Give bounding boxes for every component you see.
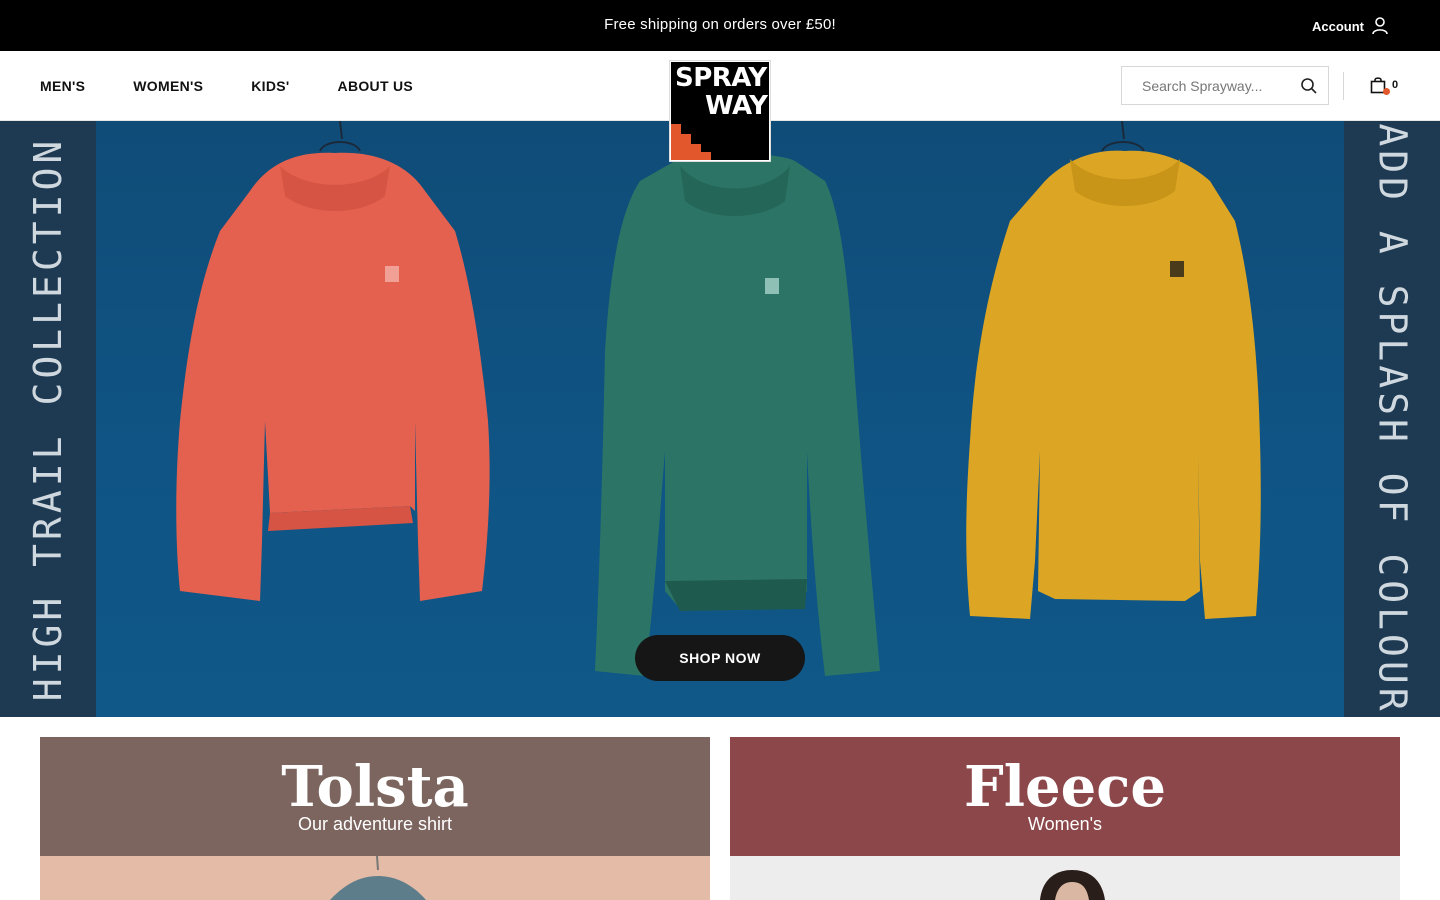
search-icon[interactable] bbox=[1300, 77, 1318, 95]
announcement-bar: Free shipping on orders over £50! Accoun… bbox=[0, 0, 1440, 51]
shop-now-button[interactable]: SHOP NOW bbox=[635, 635, 805, 681]
promo-header-tolsta: Tolsta Our adventure shirt bbox=[40, 737, 710, 856]
hero-banner[interactable]: HIGH TRAIL COLLECTION ADD A SPLASH OF CO… bbox=[0, 121, 1440, 717]
coral-hoodie-image bbox=[176, 121, 490, 601]
hero-right-text: ADD A SPLASH OF COLOUR bbox=[1370, 123, 1414, 715]
site-header: MEN'S WOMEN'S KIDS' ABOUT US SPRAY WAY 0 bbox=[0, 51, 1440, 162]
cart-button[interactable]: 0 bbox=[1370, 76, 1399, 95]
hero-left-panel: HIGH TRAIL COLLECTION bbox=[0, 121, 96, 717]
nav-item-about-us[interactable]: ABOUT US bbox=[338, 78, 414, 94]
cart-indicator-dot bbox=[1383, 88, 1390, 95]
account-link[interactable]: Account bbox=[1312, 17, 1388, 35]
promo-title-fleece: Fleece bbox=[963, 754, 1166, 820]
mustard-hoodie-image bbox=[966, 121, 1261, 619]
account-label: Account bbox=[1312, 18, 1364, 34]
header-divider bbox=[1343, 72, 1344, 100]
nav-item-kids[interactable]: KIDS' bbox=[251, 78, 289, 94]
hero-right-panel: ADD A SPLASH OF COLOUR bbox=[1344, 121, 1440, 717]
logo-line-1: SPRAY bbox=[675, 63, 767, 93]
tolsta-shirt-image bbox=[40, 856, 710, 900]
logo-line-2: WAY bbox=[705, 91, 768, 121]
promo-card-tolsta[interactable]: Tolsta Our adventure shirt bbox=[40, 737, 710, 900]
promo-card-fleece[interactable]: Fleece Women's bbox=[730, 737, 1400, 900]
promo-subtitle-tolsta: Our adventure shirt bbox=[297, 814, 453, 834]
logo-stairs-mark bbox=[671, 124, 711, 160]
fleece-model-image bbox=[730, 856, 1400, 900]
green-hoodie-image bbox=[595, 153, 880, 676]
promo-title-tolsta: Tolsta bbox=[281, 754, 469, 820]
sprayway-logo[interactable]: SPRAY WAY bbox=[669, 60, 771, 162]
announcement-text: Free shipping on orders over £50! bbox=[604, 16, 836, 33]
main-nav: MEN'S WOMEN'S KIDS' ABOUT US bbox=[40, 51, 413, 121]
logo-wordmark: SPRAY WAY bbox=[671, 63, 769, 121]
nav-item-womens[interactable]: WOMEN'S bbox=[133, 78, 203, 94]
search-box bbox=[1121, 66, 1329, 105]
hero-left-text: HIGH TRAIL COLLECTION bbox=[26, 136, 70, 702]
user-icon bbox=[1372, 17, 1388, 35]
cart-count: 0 bbox=[1392, 79, 1399, 91]
search-input[interactable] bbox=[1122, 67, 1292, 104]
promo-subtitle-fleece: Women's bbox=[1027, 814, 1103, 834]
promo-header-fleece: Fleece Women's bbox=[730, 737, 1400, 856]
nav-item-mens[interactable]: MEN'S bbox=[40, 78, 85, 94]
